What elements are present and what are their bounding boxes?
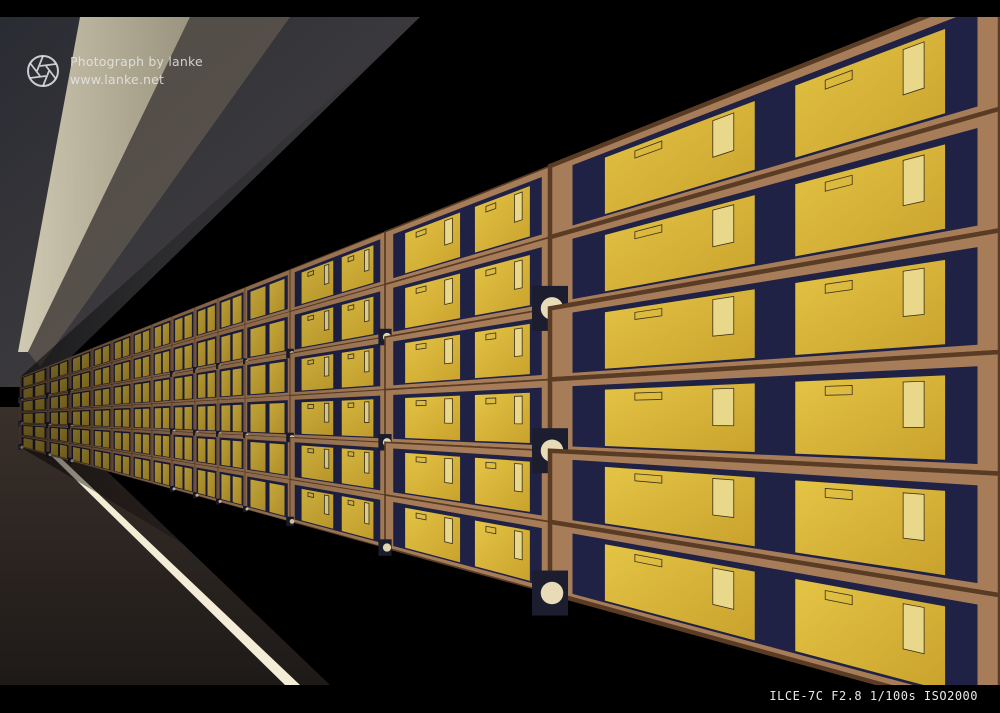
book-title-label (902, 380, 925, 428)
book-title-label (514, 395, 523, 425)
shelf-light (540, 581, 564, 605)
book-title-label (902, 41, 925, 96)
watermark-url: www.lanke.net (70, 72, 165, 87)
book-title-label (514, 327, 523, 358)
photo-frame: Photograph by lanke www.lanke.net ILCE-7… (0, 0, 1000, 713)
book-title-label (514, 259, 523, 290)
book-title-label (902, 492, 925, 542)
camera-aperture-icon (27, 55, 59, 87)
book-title-label (514, 191, 523, 223)
book-title-label (712, 478, 735, 518)
book-title-label (444, 337, 453, 365)
book-title-label (712, 112, 735, 158)
book-title-label (902, 603, 925, 655)
book-title-label (444, 398, 453, 424)
book-title-label (514, 530, 523, 561)
book-title-label (902, 267, 925, 317)
book-title-label (444, 517, 453, 545)
book-title-label (444, 457, 453, 484)
book-title-label (712, 296, 735, 337)
watermark-credit: Photograph by lanke (70, 54, 203, 69)
watermark: Photograph by lanke www.lanke.net (26, 53, 203, 89)
book-title-label (712, 204, 735, 248)
book-title-label (444, 217, 453, 246)
exif-caption: ILCE-7C F2.8 1/100s ISO2000 (769, 689, 978, 703)
book-title-label (514, 463, 523, 493)
bookshelf-photo: Photograph by lanke www.lanke.net (0, 17, 1000, 685)
book-title-label (712, 387, 735, 427)
bookshelf-scene (0, 17, 1000, 685)
book-title-label (444, 277, 453, 305)
book-title-label (712, 567, 735, 610)
book-title-label (902, 154, 925, 207)
